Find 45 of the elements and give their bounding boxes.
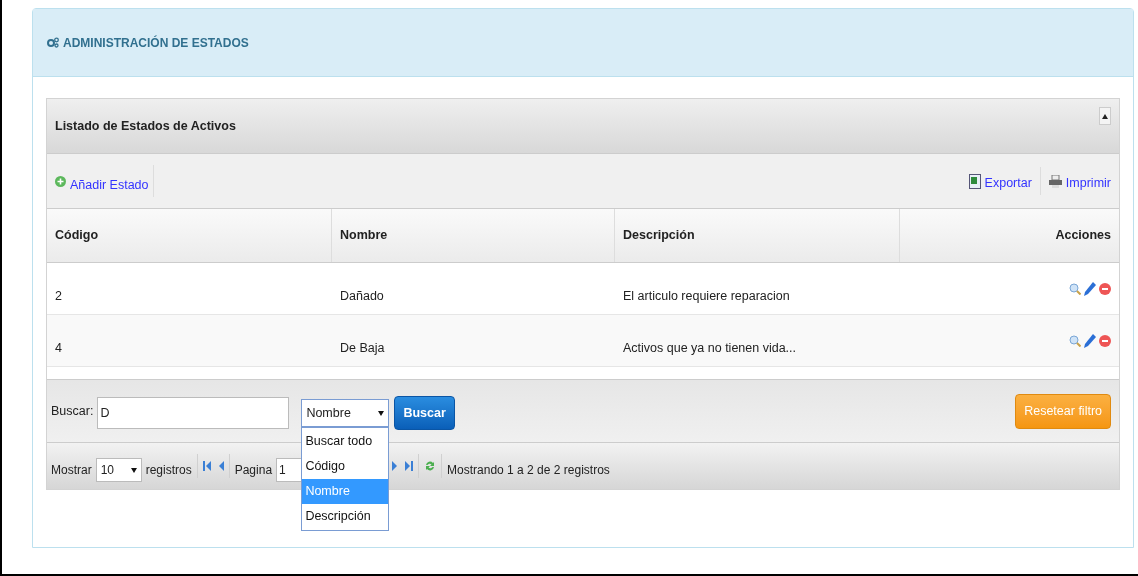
pencil-icon[interactable] <box>1084 281 1096 296</box>
filter-dropdown[interactable]: Nombre <box>301 399 390 427</box>
page-size-select[interactable]: 10 <box>95 458 142 482</box>
previous-page-icon[interactable] <box>218 461 224 471</box>
spreadsheet-icon <box>968 173 981 189</box>
table-cell-text: Activos que ya no tienen vida... <box>623 340 797 358</box>
printer-icon <box>1048 174 1062 188</box>
collapse-button[interactable] <box>1099 107 1111 125</box>
last-page-icon[interactable] <box>405 461 414 471</box>
next-page-icon[interactable] <box>392 461 398 471</box>
search-field[interactable]: D <box>97 397 290 429</box>
search-label: Buscar: <box>51 402 94 420</box>
column-header[interactable]: Nombre <box>340 226 388 245</box>
dropdown-option[interactable]: Descripción <box>302 504 389 529</box>
caret-icon <box>378 410 385 416</box>
plus-circle-icon <box>55 175 66 187</box>
column-header[interactable]: Acciones <box>1055 226 1111 245</box>
page-label: Pagina <box>234 462 273 479</box>
minus-circle-icon[interactable] <box>1099 282 1111 295</box>
print-link[interactable]: Imprimir <box>1065 173 1111 193</box>
records-info: Mostrando 1 a 2 de 2 registros <box>447 462 610 479</box>
first-page-icon[interactable] <box>202 461 211 471</box>
table-cell-text: El articulo requiere reparacion <box>623 288 790 306</box>
magnifier-icon[interactable] <box>1069 334 1081 347</box>
magnifier-icon[interactable] <box>1069 282 1081 295</box>
caret-icon <box>1102 113 1108 119</box>
grid-caption: Listado de Estados de Activos <box>55 117 236 135</box>
gears-icon <box>47 37 59 48</box>
minus-circle-icon[interactable] <box>1099 334 1111 347</box>
records-label: registros <box>145 462 192 479</box>
table-cell-text: 4 <box>55 340 62 358</box>
search-button[interactable]: Buscar <box>394 396 455 430</box>
table-cell-text: 2 <box>55 288 62 306</box>
export-link[interactable]: Exportar <box>984 173 1032 193</box>
page-title: ADMINISTRACIÓN DE ESTADOS <box>63 34 249 52</box>
column-header[interactable]: Código <box>55 226 99 245</box>
caret-icon <box>130 467 137 473</box>
add-state-link[interactable]: Añadir Estado <box>70 175 149 195</box>
column-header[interactable]: Descripción <box>623 226 695 245</box>
table-cell-text: De Baja <box>340 340 385 358</box>
dropdown-option[interactable]: Buscar todo <box>302 429 389 454</box>
show-label: Mostrar <box>51 462 92 479</box>
refresh-icon[interactable] <box>424 460 437 472</box>
table-cell-text: Dañado <box>340 288 384 306</box>
pencil-icon[interactable] <box>1084 333 1096 348</box>
